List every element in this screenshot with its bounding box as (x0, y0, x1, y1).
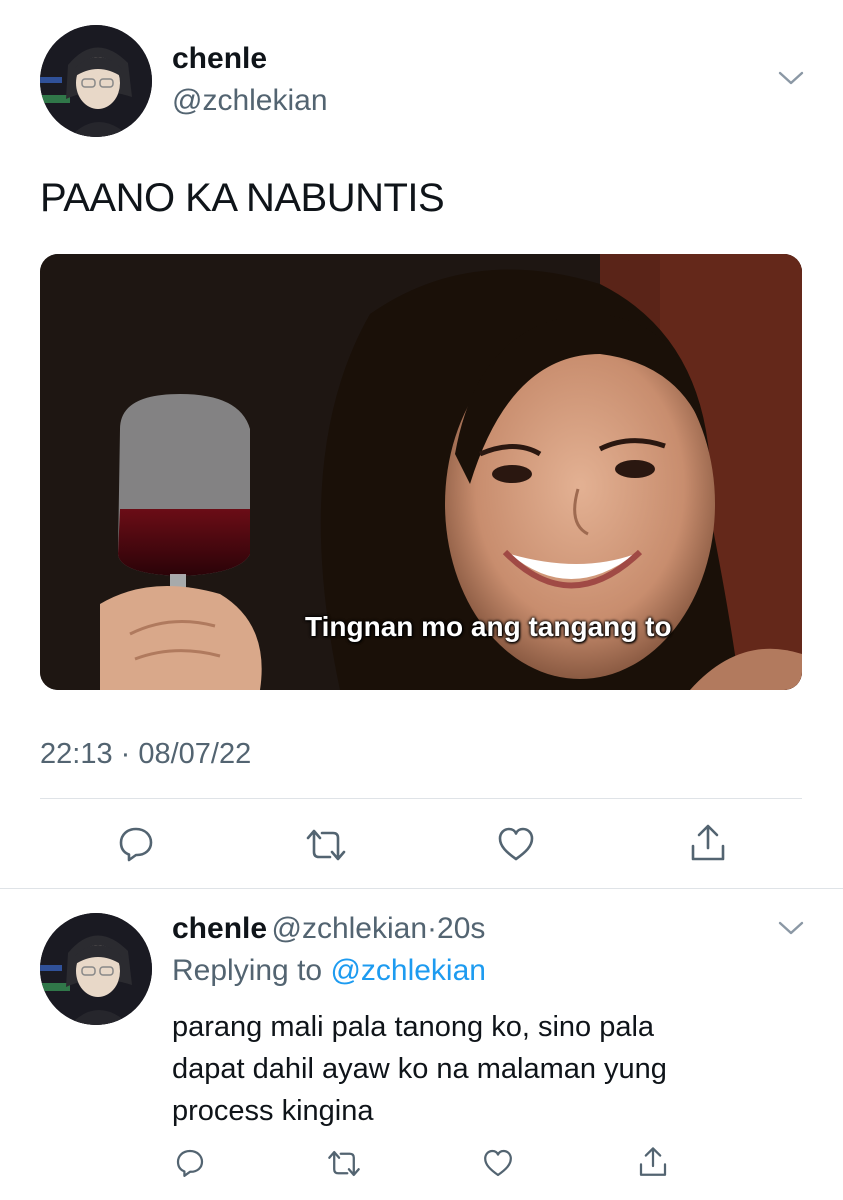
reply-text-line: process kingina (172, 1095, 374, 1127)
replying-to: Replying to @zchlekian (172, 954, 486, 988)
share-icon[interactable] (637, 1145, 669, 1179)
reply-text: parang mali pala tanong ko, sino pala da… (172, 1006, 792, 1132)
author-avatar[interactable] (40, 25, 152, 137)
replying-to-handle[interactable]: @zchlekian (330, 954, 486, 987)
divider (40, 798, 802, 799)
reply-age[interactable]: 20s (437, 912, 485, 945)
reply-text-line: parang mali pala tanong ko, sino pala (172, 1011, 655, 1043)
profile-photo (40, 913, 152, 1025)
meme-caption: Tingnan mo ang tangang to (305, 611, 672, 642)
like-icon[interactable] (496, 824, 536, 864)
separator-dot: · (427, 912, 438, 945)
profile-photo (40, 25, 152, 137)
replying-to-label: Replying to (172, 954, 323, 987)
chevron-down-icon[interactable] (777, 918, 805, 938)
tweet-text: PAANO KA NABUNTIS (40, 176, 445, 220)
chevron-down-icon[interactable] (777, 68, 805, 88)
reply-author-handle[interactable]: @zchlekian (272, 912, 428, 945)
retweet-icon[interactable] (326, 1148, 362, 1179)
tweet-media[interactable]: Tingnan mo ang tangang to (40, 254, 802, 690)
section-divider (0, 888, 843, 889)
reply-icon[interactable] (116, 824, 156, 864)
reply-author-avatar[interactable] (40, 913, 152, 1025)
reply-icon[interactable] (174, 1147, 206, 1179)
reply-author-display-name[interactable]: chenle (172, 912, 267, 945)
reply-header: chenle @zchlekian·20s (172, 912, 485, 946)
tweet-timestamp[interactable]: 22:13 · 08/07/22 (40, 738, 251, 771)
share-icon[interactable] (688, 822, 728, 864)
retweet-icon[interactable] (304, 826, 348, 864)
like-icon[interactable] (482, 1147, 514, 1179)
author-display-name[interactable]: chenle (172, 42, 267, 76)
author-handle[interactable]: @zchlekian (172, 84, 328, 118)
reply-text-line: dapat dahil ayaw ko na malaman yung (172, 1053, 667, 1085)
